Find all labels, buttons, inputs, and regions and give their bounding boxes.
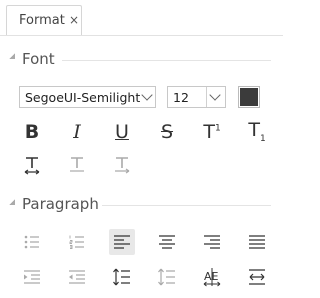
font-size-value: 12 bbox=[173, 90, 189, 105]
superscript-icon: T1 bbox=[203, 120, 221, 143]
text-direction-icon: AE bbox=[203, 268, 221, 287]
font-section-title: Font bbox=[22, 50, 55, 68]
chevron-down-icon bbox=[209, 89, 221, 101]
underline-icon: U bbox=[115, 120, 129, 143]
align-right-icon bbox=[204, 235, 220, 249]
word-wrap-button[interactable] bbox=[244, 264, 270, 290]
select-separator bbox=[206, 87, 207, 107]
baseline-shift-button[interactable] bbox=[64, 152, 90, 178]
strikethrough-icon: S bbox=[160, 120, 174, 143]
text-scale-icon bbox=[115, 157, 130, 174]
section-divider bbox=[62, 60, 271, 61]
subscript-button[interactable]: T1 bbox=[244, 119, 270, 145]
line-spacing-button[interactable] bbox=[109, 264, 135, 290]
justify-icon bbox=[249, 235, 265, 249]
baseline-shift-icon bbox=[70, 157, 84, 172]
italic-button[interactable]: I bbox=[64, 119, 90, 145]
bullet-list-icon bbox=[24, 235, 39, 249]
section-divider bbox=[102, 205, 271, 206]
bold-button[interactable]: B bbox=[19, 119, 45, 145]
tab-bar: Format × bbox=[0, 0, 283, 38]
word-wrap-icon bbox=[249, 269, 265, 285]
strikethrough-button[interactable]: S bbox=[154, 119, 180, 145]
decrease-indent-icon bbox=[69, 270, 85, 284]
bullet-list-button[interactable] bbox=[19, 229, 45, 255]
font-family-select[interactable]: SegoeUI-Semilight bbox=[19, 86, 156, 108]
font-color-swatch[interactable] bbox=[238, 86, 260, 108]
increase-indent-icon bbox=[24, 270, 40, 284]
character-spacing-button[interactable] bbox=[19, 152, 45, 178]
chevron-down-icon bbox=[141, 89, 153, 101]
justify-button[interactable] bbox=[244, 229, 270, 255]
increase-indent-button[interactable] bbox=[19, 264, 45, 290]
svg-text:AE: AE bbox=[204, 270, 219, 283]
decrease-indent-button[interactable] bbox=[64, 264, 90, 290]
bold-icon: B bbox=[24, 120, 40, 143]
align-right-button[interactable] bbox=[199, 229, 225, 255]
line-spacing-icon bbox=[113, 268, 130, 286]
font-size-select[interactable]: 12 bbox=[167, 86, 226, 108]
collapse-arrow-icon[interactable] bbox=[9, 53, 15, 59]
superscript-button[interactable]: T1 bbox=[199, 119, 225, 145]
font-section-header[interactable]: Font bbox=[0, 50, 283, 70]
underline-button[interactable]: U bbox=[109, 119, 135, 145]
paragraph-spacing-icon bbox=[158, 268, 175, 286]
paragraph-spacing-button[interactable] bbox=[154, 264, 180, 290]
paragraph-section-header[interactable]: Paragraph bbox=[0, 195, 283, 215]
text-scale-button[interactable] bbox=[109, 152, 135, 178]
align-left-icon bbox=[114, 235, 130, 249]
numbered-list-icon bbox=[69, 235, 84, 249]
text-direction-button[interactable]: AE bbox=[199, 264, 225, 290]
character-spacing-icon bbox=[24, 157, 40, 175]
italic-icon: I bbox=[73, 120, 81, 143]
tab-close-icon[interactable]: × bbox=[69, 13, 79, 27]
align-left-button[interactable] bbox=[109, 229, 135, 255]
tab-divider bbox=[0, 35, 283, 36]
font-color-fill bbox=[240, 88, 258, 106]
numbered-list-button[interactable] bbox=[64, 229, 90, 255]
collapse-arrow-icon[interactable] bbox=[9, 199, 15, 205]
subscript-icon: T1 bbox=[248, 118, 266, 144]
tab-format-label: Format bbox=[19, 13, 65, 28]
font-family-value: SegoeUI-Semilight bbox=[25, 90, 141, 105]
tab-format[interactable]: Format × bbox=[6, 5, 82, 35]
paragraph-section-title: Paragraph bbox=[22, 195, 99, 213]
align-center-button[interactable] bbox=[154, 229, 180, 255]
align-center-icon bbox=[159, 235, 175, 249]
